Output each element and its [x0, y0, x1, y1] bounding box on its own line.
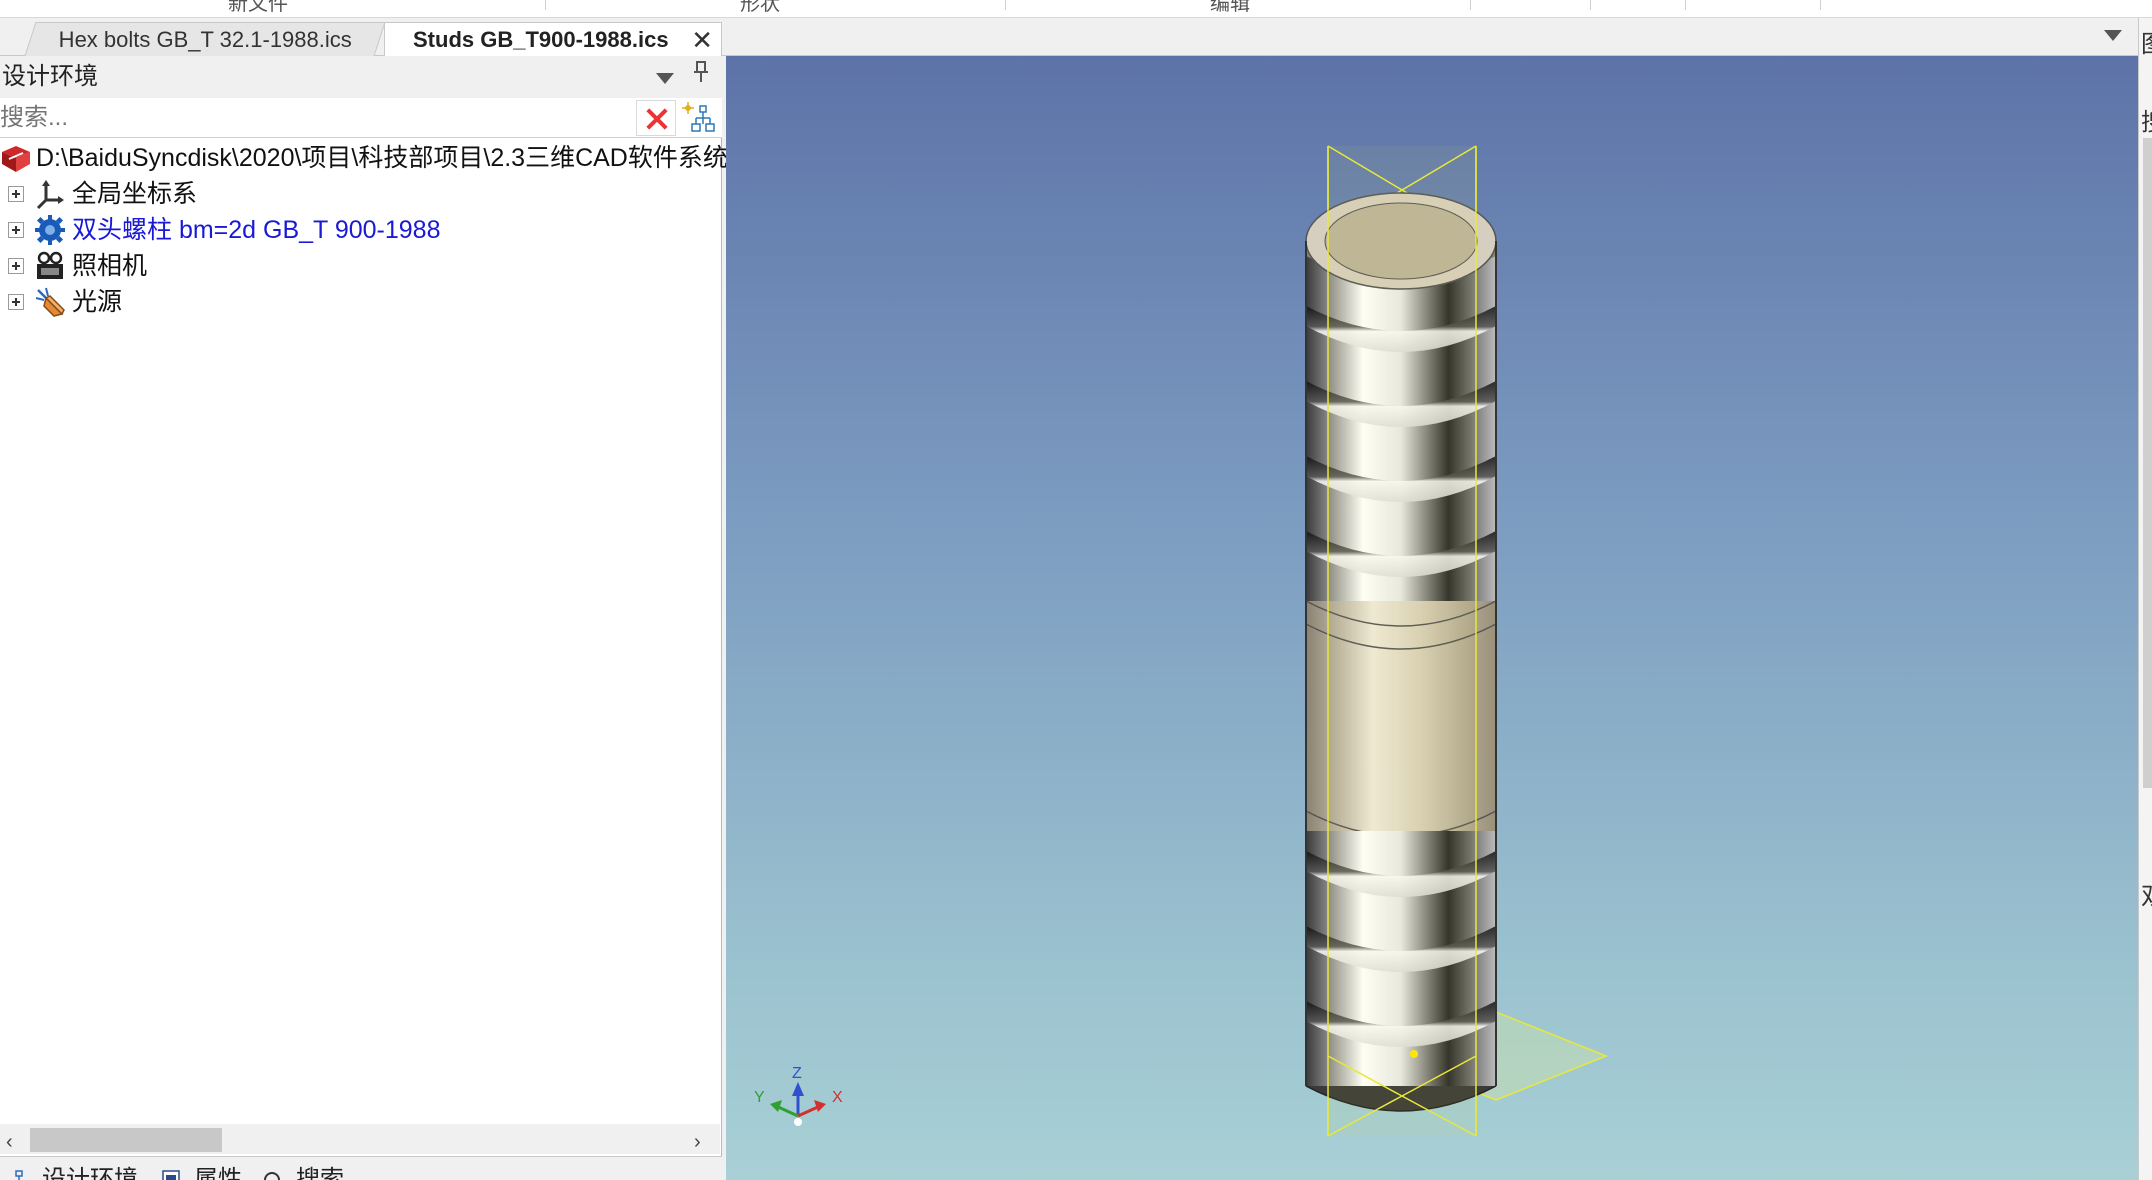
- tree-item-label: 双头螺柱 bm=2d GB_T 900-1988: [72, 216, 441, 244]
- bottom-tab-search[interactable]: 搜索: [262, 1159, 344, 1180]
- model-tree: D:\BaiduSyncdisk\2020\项目\科技部项目\2.3三维CAD软…: [0, 140, 728, 320]
- tab-studs[interactable]: Studs GB_T900-1988.ics ✕: [384, 22, 722, 56]
- ribbon-separator: [1590, 0, 1591, 10]
- ribbon-label-new-file[interactable]: 新文件: [228, 0, 288, 16]
- right-panel-label: 图: [2141, 24, 2152, 59]
- camera-icon: [34, 250, 66, 282]
- bottom-tab-label: 属性: [194, 1166, 242, 1180]
- properties-icon: [160, 1169, 182, 1180]
- clear-search-button[interactable]: [636, 100, 676, 136]
- gear-part-icon: [34, 214, 66, 246]
- axis-y-label: Y: [754, 1089, 765, 1106]
- ribbon-separator: [1470, 0, 1471, 10]
- scroll-left-icon[interactable]: ‹: [6, 1131, 13, 1154]
- search-input[interactable]: [0, 100, 632, 136]
- scrollbar-thumb[interactable]: [30, 1128, 222, 1152]
- ribbon-separator: [545, 0, 546, 10]
- bottom-tab-properties[interactable]: 属性: [160, 1159, 242, 1180]
- viewport-canvas[interactable]: Z X Y: [726, 56, 2138, 1180]
- axis-z-label: Z: [792, 1065, 802, 1082]
- expand-icon[interactable]: [8, 258, 24, 274]
- tree-item-global-coordinates[interactable]: 全局坐标系: [0, 176, 720, 212]
- right-panel-scrollbar[interactable]: [2143, 138, 2152, 788]
- tab-list-dropdown-icon[interactable]: [2104, 30, 2122, 41]
- light-source-icon: [34, 286, 66, 318]
- assembly-file-icon: [0, 142, 32, 174]
- tree-item-camera[interactable]: 照相机: [0, 248, 720, 284]
- panel-title: 设计环境: [2, 63, 98, 90]
- tab-label: Studs GB_T900-1988.ics: [413, 27, 669, 52]
- ribbon-separator: [1005, 0, 1006, 10]
- tree-root-file[interactable]: D:\BaiduSyncdisk\2020\项目\科技部项目\2.3三维CAD软…: [0, 140, 728, 176]
- ribbon-label-edit[interactable]: 编辑: [1210, 0, 1250, 16]
- expand-icon[interactable]: [8, 222, 24, 238]
- search-icon: [262, 1170, 284, 1180]
- tree-root-label: D:\BaiduSyncdisk\2020\项目\科技部项目\2.3三维CAD软…: [36, 144, 728, 172]
- tree-item-light[interactable]: 光源: [0, 284, 720, 320]
- ribbon-separator: [1685, 0, 1686, 10]
- axis-x-label: X: [832, 1089, 843, 1106]
- right-side-panel[interactable]: 图 搜 双: [2138, 18, 2152, 1180]
- coordinate-axes-icon: [34, 178, 66, 210]
- bottom-tab-label: 搜索: [296, 1166, 344, 1180]
- scroll-right-icon[interactable]: ›: [694, 1131, 701, 1154]
- bottom-tab-design-env[interactable]: 设计环境: [8, 1159, 138, 1180]
- tree-item-label: 全局坐标系: [72, 180, 198, 208]
- filter-icon[interactable]: [680, 100, 718, 136]
- search-row: [0, 98, 722, 138]
- panel-menu-dropdown-icon[interactable]: [656, 73, 674, 84]
- design-environment-panel: 设计环境 搜索... D:\BaiduSyncdisk\2020\项目\科技部项…: [0, 56, 728, 1180]
- 3d-viewport[interactable]: Z X Y: [726, 56, 2138, 1180]
- axis-triad[interactable]: Z X Y: [754, 1065, 843, 1126]
- ribbon-label-shape[interactable]: 形状: [740, 0, 780, 16]
- panel-bottom-tabs: 设计环境 属性 搜索: [0, 1156, 722, 1180]
- document-tab-bar: Hex bolts GB_T 32.1-1988.ics Studs GB_T9…: [0, 18, 2152, 56]
- app-window: { "ribbon": { "cut_labels": ["新文件", "形状"…: [0, 0, 2152, 1180]
- panel-header: 设计环境: [0, 56, 722, 98]
- tab-label: Hex bolts GB_T 32.1-1988.ics: [58, 27, 352, 52]
- right-panel-label: 双: [2141, 876, 2152, 911]
- close-icon[interactable]: ✕: [691, 23, 713, 57]
- tree-item-label: 光源: [72, 288, 123, 316]
- right-panel-label: 搜: [2141, 102, 2152, 137]
- bottom-tab-label: 设计环境: [42, 1166, 138, 1180]
- ribbon-separator: [1820, 0, 1821, 10]
- ribbon-strip: 新文件 形状 编辑: [0, 0, 2152, 18]
- tree-item-stud-part[interactable]: 双头螺柱 bm=2d GB_T 900-1988: [0, 212, 720, 248]
- pin-icon[interactable]: [692, 56, 710, 98]
- bounding-planes-front: [1327, 146, 1477, 1137]
- tab-hex-bolts[interactable]: Hex bolts GB_T 32.1-1988.ics: [24, 22, 386, 56]
- expand-icon[interactable]: [8, 186, 24, 202]
- horizontal-scrollbar[interactable]: ‹ ›: [0, 1124, 720, 1154]
- tree-item-label: 照相机: [72, 252, 148, 280]
- expand-icon[interactable]: [8, 294, 24, 310]
- design-env-icon: [8, 1169, 30, 1180]
